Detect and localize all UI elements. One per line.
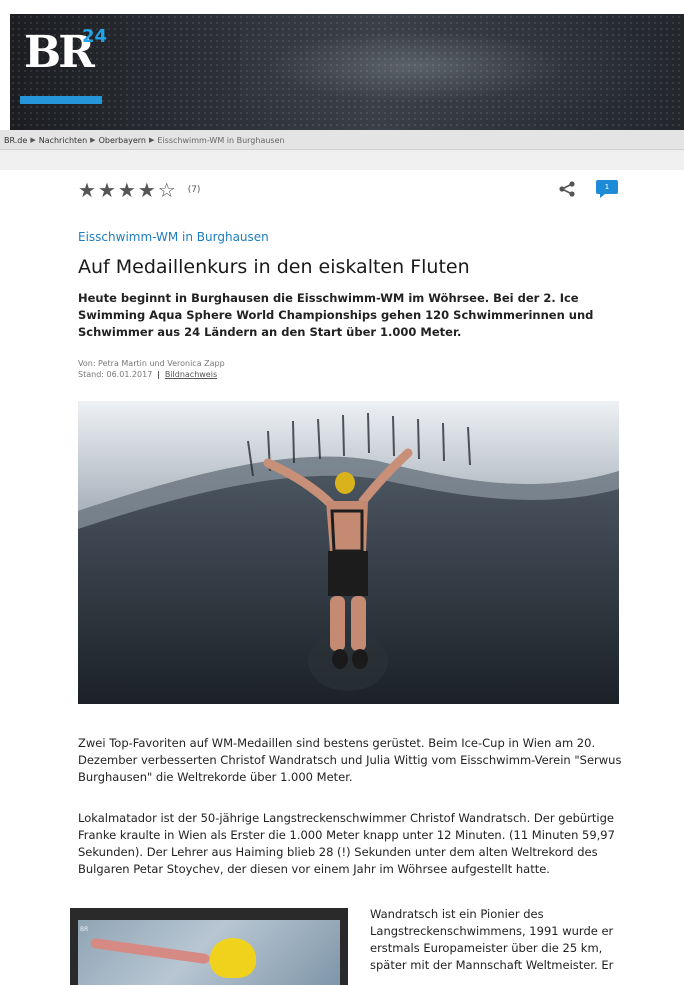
comment-icon[interactable]: 1: [596, 180, 620, 198]
breadcrumb-current: Eisschwimm-WM in Burghausen: [157, 135, 285, 145]
logo-number: 24: [82, 26, 108, 47]
page-spacer: [0, 150, 684, 170]
swim-cap: [210, 938, 256, 978]
br24-logo[interactable]: BR 24: [24, 24, 108, 82]
byline-authors: Von: Petra Martin und Veronica Zapp: [78, 359, 225, 368]
star-filled-icon[interactable]: ★: [138, 180, 156, 200]
article-byline: Von: Petra Martin und Veronica Zapp Stan…: [78, 358, 225, 380]
inline-image-swimmer[interactable]: BR: [70, 908, 348, 985]
star-empty-icon[interactable]: ☆: [158, 180, 176, 200]
hero-image-swimmer[interactable]: [78, 401, 619, 704]
byline-meta: Stand: 06.01.2017 | Bildnachweis: [78, 369, 225, 380]
breadcrumb: BR.de ▶ Nachrichten ▶ Oberbayern ▶ Eissc…: [0, 130, 684, 150]
star-filled-icon[interactable]: ★: [118, 180, 136, 200]
article-card: ★ ★ ★ ★ ☆ (7) 1 Eisschwimm-WM in Burghau…: [60, 170, 684, 985]
article-paragraph: Lokalmatador ist der 50-jährige Langstre…: [78, 811, 615, 876]
pool-background: [78, 920, 340, 985]
breadcrumb-item-nachrichten[interactable]: Nachrichten: [39, 136, 87, 145]
star-filled-icon[interactable]: ★: [78, 180, 96, 200]
comment-bubble-tail: [600, 194, 605, 198]
byline-separator: |: [154, 370, 163, 379]
share-icon[interactable]: [558, 180, 576, 198]
inline-image-logo: BR: [80, 926, 89, 933]
article-headline: Auf Medaillenkurs in den eiskalten Flute…: [78, 256, 470, 278]
chevron-right-icon: ▶: [30, 136, 36, 144]
star-rating[interactable]: ★ ★ ★ ★ ☆ (7): [78, 180, 200, 200]
logo-accent-bar: [20, 96, 102, 104]
article-topline[interactable]: Eisschwimm-WM in Burghausen: [78, 230, 269, 244]
header-dot-pattern: [10, 14, 684, 130]
article-teaser: Heute beginnt in Burghausen die Eisschwi…: [78, 291, 594, 339]
site-header: BR 24: [10, 14, 684, 130]
breadcrumb-item-oberbayern[interactable]: Oberbayern: [99, 136, 146, 145]
chevron-right-icon: ▶: [149, 136, 155, 144]
byline-date: Stand: 06.01.2017: [78, 370, 153, 379]
comment-count-badge: 1: [596, 180, 618, 194]
breadcrumb-bar: BR.de ▶ Nachrichten ▶ Oberbayern ▶ Eissc…: [0, 130, 684, 150]
image-credits-link[interactable]: Bildnachweis: [165, 370, 217, 379]
star-filled-icon[interactable]: ★: [98, 180, 116, 200]
article-paragraph: Zwei Top-Favoriten auf WM-Medaillen sind…: [78, 736, 622, 784]
breadcrumb-item-brde[interactable]: BR.de: [4, 136, 27, 145]
chevron-right-icon: ▶: [90, 136, 96, 144]
article-paragraph: Wandratsch ist ein Pionier des Langstrec…: [370, 907, 614, 972]
rating-count: (7): [187, 185, 201, 195]
